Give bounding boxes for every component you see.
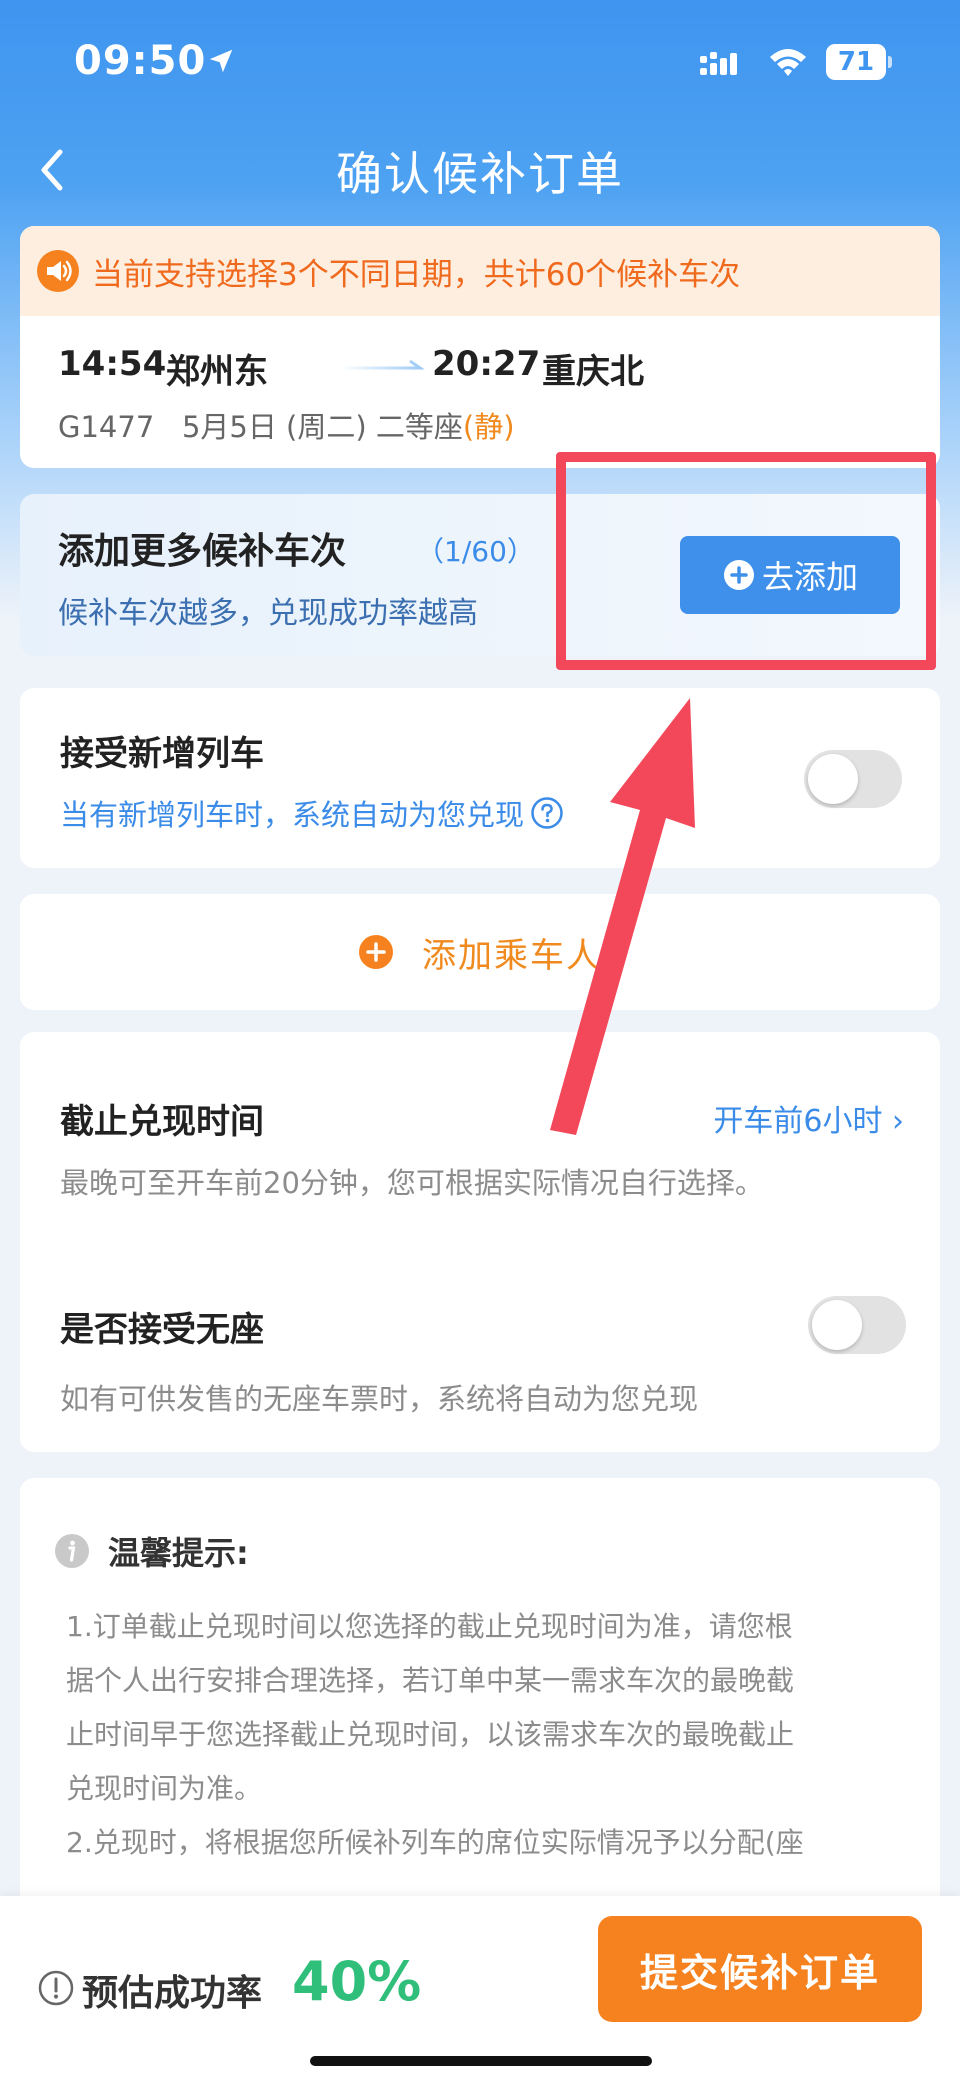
new-trains-subtitle: 当有新增列车时，系统自动为您兑现	[60, 792, 564, 834]
tips-body: 1.订单截止兑现时间以您选择的截止兑现时间为准，请您根 据个人出行安排合理选择，…	[66, 1600, 916, 1870]
new-trains-title: 接受新增列车	[60, 734, 264, 774]
tips-line: 兑现时间为准。	[66, 1772, 263, 1805]
seat-tag: (静)	[462, 410, 515, 444]
arrive-station: 重庆北	[542, 352, 644, 392]
deadline-value: 开车前6小时	[713, 1104, 883, 1139]
add-passenger-row[interactable]: 添加乘车人	[20, 894, 940, 1010]
page-title: 确认候补订单	[336, 147, 624, 201]
submit-order-button[interactable]: 提交候补订单	[598, 1916, 922, 2022]
trip-detail: G1477 5月5日 (周二) 二等座(静)	[58, 404, 515, 446]
more-trains-title: 添加更多候补车次	[58, 531, 347, 572]
tips-line: 据个人出行安排合理选择，若订单中某一需求车次的最晚截	[66, 1664, 795, 1697]
speaker-icon	[37, 250, 79, 292]
battery-indicator: 71	[826, 44, 892, 80]
depart-time: 14:54	[58, 344, 167, 384]
more-trains-count: （1/60）	[416, 535, 535, 568]
notice-banner: 当前支持选择3个不同日期，共计60个候补车次	[20, 226, 940, 316]
tips-header: 温馨提示:	[54, 1528, 249, 1574]
success-rate-label: 预估成功率	[82, 1973, 263, 2014]
train-number: G1477	[58, 410, 155, 444]
trip-date: 5月5日 (周二)	[181, 410, 367, 444]
info-icon	[55, 1534, 89, 1568]
status-time: 09:50	[74, 38, 207, 84]
status-bar: 09:50 71	[0, 0, 960, 130]
warning-icon	[38, 1970, 74, 2006]
deadline-subtitle: 最晚可至开车前20分钟，您可根据实际情况自行选择。	[60, 1166, 764, 1200]
battery-cap	[888, 56, 892, 68]
route-arrow-icon	[340, 359, 425, 370]
new-trains-subtitle-text: 当有新增列车时，系统自动为您兑现	[60, 798, 525, 832]
standing-title: 是否接受无座	[60, 1310, 264, 1350]
accept-new-trains-card: 接受新增列车 当有新增列车时，系统自动为您兑现	[20, 688, 940, 868]
deadline-selector[interactable]: 开车前6小时 ›	[713, 1096, 904, 1140]
tips-title: 温馨提示:	[108, 1534, 249, 1572]
depart-station: 郑州东	[166, 352, 268, 392]
annotation-arrow-icon	[550, 698, 695, 1135]
toggle-knob	[808, 754, 858, 804]
tips-line: 2.兑现时，将根据您所候补列车的席位实际情况予以分配(座	[66, 1826, 804, 1859]
tips-card: 温馨提示: 1.订单截止兑现时间以您选择的截止兑现时间为准，请您根 据个人出行安…	[20, 1478, 940, 1918]
arrive-time: 20:27	[432, 344, 541, 384]
chevron-right-icon: ›	[892, 1104, 904, 1139]
toggle-knob	[812, 1300, 862, 1350]
standing-subtitle: 如有可供发售的无座车票时，系统将自动为您兑现	[60, 1382, 699, 1416]
wifi-icon	[770, 49, 806, 76]
annotation-highlight-box	[556, 452, 936, 670]
success-rate-value: 40%	[292, 1950, 422, 2013]
new-trains-toggle[interactable]	[804, 750, 902, 808]
trip-card: 当前支持选择3个不同日期，共计60个候补车次 14:54 郑州东 20:27 重…	[20, 226, 940, 468]
tips-line: 止时间早于您选择截止兑现时间，以该需求车次的最晚截止	[66, 1718, 795, 1751]
deadline-title: 截止兑现时间	[60, 1102, 264, 1142]
seat-class: 二等座	[375, 410, 463, 444]
battery-level: 71	[826, 44, 886, 80]
cellular-signal-icon	[700, 52, 737, 75]
location-arrow-icon	[209, 49, 233, 73]
order-options-card: 截止兑现时间 开车前6小时 › 最晚可至开车前20分钟，您可根据实际情况自行选择…	[20, 1032, 940, 1452]
more-trains-subtitle: 候补车次越多，兑现成功率越高	[58, 596, 478, 631]
standing-toggle[interactable]	[808, 1296, 906, 1354]
home-indicator	[310, 2056, 652, 2066]
bottom-bar: 预估成功率 40% 提交候补订单	[0, 1896, 960, 2078]
notice-text: 当前支持选择3个不同日期，共计60个候补车次	[92, 256, 741, 293]
tips-line: 1.订单截止兑现时间以您选择的截止兑现时间为准，请您根	[66, 1610, 793, 1643]
add-passenger-icon	[359, 935, 393, 969]
